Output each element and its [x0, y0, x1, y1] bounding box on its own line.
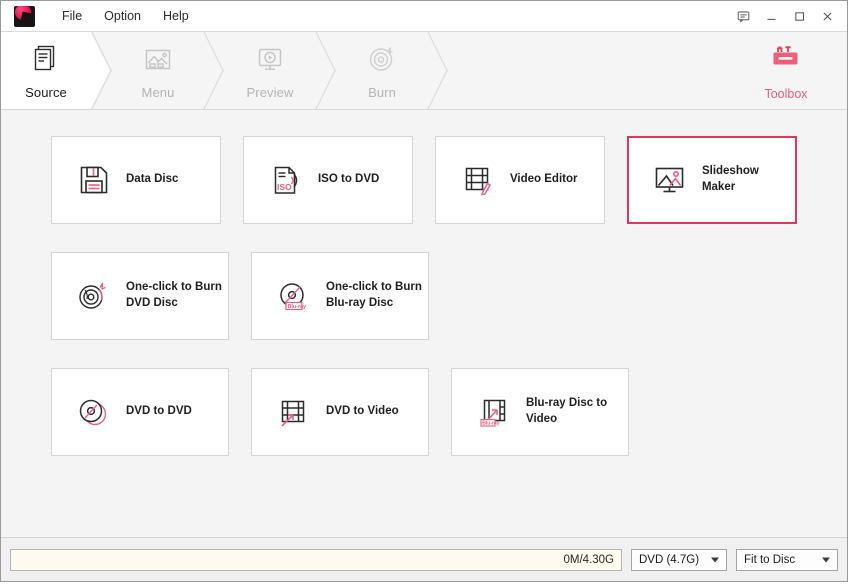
fit-mode-select[interactable]: Fit to Disc [736, 548, 838, 571]
tool-card-video-editor[interactable]: Video Editor [434, 136, 605, 224]
step-preview[interactable]: Preview [225, 32, 315, 109]
tool-card-label: Data Disc [126, 173, 179, 186]
tool-grid: Data Disc ISO ISO to DVD Video Editor Sl… [1, 110, 847, 537]
disc-type-select[interactable]: DVD (4.7G) [631, 548, 727, 571]
minimize-button[interactable] [759, 5, 783, 27]
chevron-down-icon [822, 557, 830, 562]
step-preview-label: Preview [246, 84, 294, 100]
tool-card-data-disc[interactable]: Data Disc [51, 136, 221, 224]
tool-card-label: DVD to DVD [126, 405, 192, 418]
svg-text:ISO: ISO [277, 182, 292, 192]
workflow-step-bar: Source Menu Preview Burn Toolbox [1, 32, 847, 110]
step-menu[interactable]: Menu [113, 32, 203, 109]
tool-card-bluray-disc-to-video[interactable]: Blu-ray Blu-ray Disc to Video [451, 368, 629, 456]
tool-card-one-click-burn-bluray[interactable]: Blu-ray One-click to Burn Blu-ray Disc [251, 252, 429, 340]
title-bar: File Option Help [1, 1, 847, 32]
status-bar: 0M/4.30G DVD (4.7G) Fit to Disc [1, 537, 847, 581]
film-arrow-icon [274, 395, 314, 429]
application-window: File Option Help Source Menu Preview Bur… [0, 0, 848, 582]
iso-file-icon: ISO [266, 163, 306, 197]
step-separator-4 [427, 32, 449, 109]
tool-card-one-click-burn-dvd[interactable]: One-click to Burn DVD Disc [51, 252, 229, 340]
document-stack-icon [31, 42, 61, 76]
menu-option[interactable]: Option [93, 5, 152, 27]
tool-card-dvd-to-dvd[interactable]: DVD to DVD [51, 368, 229, 456]
step-separator-3 [315, 32, 337, 109]
burn-bluray-icon: Blu-ray [274, 279, 314, 313]
play-monitor-icon [254, 42, 286, 76]
disc-capacity-bar: 0M/4.30G [10, 548, 622, 571]
step-burn-label: Burn [368, 84, 396, 100]
maximize-button[interactable] [787, 5, 811, 27]
menu-bar: File Option Help [51, 5, 200, 27]
tool-card-label: Slideshow Maker [701, 165, 759, 193]
monitor-photo-icon [650, 163, 690, 197]
toolbox-icon [769, 42, 803, 79]
tool-card-label: DVD to Video [326, 405, 399, 418]
step-burn[interactable]: Burn [337, 32, 427, 109]
menu-help[interactable]: Help [152, 5, 200, 27]
tool-row-2: One-click to Burn DVD Disc Blu-ray One-c… [51, 252, 797, 340]
burning-disc-icon [366, 42, 398, 76]
step-separator-2 [203, 32, 225, 109]
tool-card-dvd-to-video[interactable]: DVD to Video [251, 368, 429, 456]
svg-text:Blu-ray: Blu-ray [288, 304, 307, 310]
tool-card-label: One-click to Burn DVD Disc [126, 281, 222, 309]
tool-row-1: Data Disc ISO ISO to DVD Video Editor Sl… [51, 136, 797, 224]
svg-text:Blu-ray: Blu-ray [482, 420, 499, 426]
tool-card-slideshow-maker[interactable]: Slideshow Maker [626, 136, 797, 224]
step-source-label: Source [25, 84, 67, 100]
feedback-icon[interactable] [731, 5, 755, 27]
capacity-text: 0M/4.30G [563, 553, 615, 566]
toolbox-button[interactable]: Toolbox [747, 42, 825, 101]
tool-card-label: Blu-ray Disc to Video [526, 397, 608, 425]
step-menu-label: Menu [141, 84, 175, 100]
fit-mode-value: Fit to Disc [744, 553, 796, 566]
disc-type-value: DVD (4.7G) [639, 553, 700, 566]
film-pencil-icon [458, 163, 498, 197]
menu-file[interactable]: File [51, 5, 93, 27]
bluray-film-icon: Blu-ray [474, 395, 514, 429]
tool-card-label: ISO to DVD [317, 173, 380, 186]
disc-copy-icon [74, 395, 114, 429]
toolbox-label: Toolbox [764, 87, 808, 101]
tool-card-label: One-click to Burn Blu-ray Disc [326, 281, 422, 309]
step-source[interactable]: Source [1, 32, 91, 109]
app-logo [14, 5, 35, 27]
window-controls [731, 1, 839, 31]
burn-dvd-icon [74, 279, 114, 313]
tool-row-3: DVD to DVD DVD to Video Blu-ray Blu-ray … [51, 368, 797, 456]
tool-card-label: Video Editor [509, 173, 578, 186]
tool-card-iso-to-dvd[interactable]: ISO ISO to DVD [242, 136, 413, 224]
close-button[interactable] [815, 5, 839, 27]
floppy-disk-icon [74, 163, 114, 197]
image-menu-icon [142, 42, 174, 76]
chevron-down-icon [711, 557, 719, 562]
